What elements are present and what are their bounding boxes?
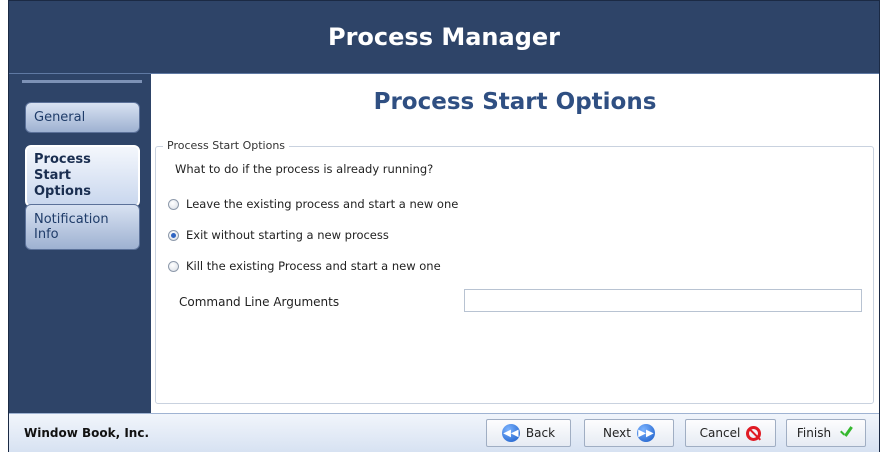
group-legend: Process Start Options: [163, 139, 290, 152]
finish-button[interactable]: Finish: [786, 419, 866, 447]
option-exit-without-starting[interactable]: Exit without starting a new process: [168, 228, 389, 242]
process-manager-window: Process Manager General Process Start Op…: [0, 0, 887, 468]
cancel-button[interactable]: Cancel: [685, 419, 776, 447]
option-label: Kill the existing Process and start a ne…: [186, 259, 441, 273]
radio-exit-without-starting[interactable]: [168, 229, 179, 241]
next-button[interactable]: Next ▶▶: [584, 419, 674, 447]
radio-kill-existing[interactable]: [168, 260, 179, 272]
radio-leave-existing[interactable]: [168, 198, 179, 210]
sidebar-item-notification-info[interactable]: Notification Info: [25, 204, 140, 250]
running-question: What to do if the process is already run…: [175, 162, 434, 176]
sidebar-item-process-start-options[interactable]: Process Start Options: [25, 145, 140, 207]
next-arrow-icon: ▶▶: [636, 424, 655, 442]
next-label: Next: [603, 426, 631, 440]
content-panel: Process Start Options Process Start Opti…: [151, 74, 879, 413]
cancel-icon: [746, 425, 762, 441]
option-label: Exit without starting a new process: [186, 228, 389, 242]
sidebar-item-general[interactable]: General: [25, 102, 140, 133]
company-name: Window Book, Inc.: [24, 426, 150, 440]
back-label: Back: [525, 426, 556, 440]
process-start-options-group: Process Start Options What to do if the …: [155, 139, 874, 404]
back-button[interactable]: ◀◀ Back: [486, 419, 571, 447]
option-leave-existing[interactable]: Leave the existing process and start a n…: [168, 197, 458, 211]
window-title: Process Manager: [9, 0, 879, 74]
finish-label: Finish: [796, 426, 832, 440]
command-line-label: Command Line Arguments: [179, 295, 340, 309]
page-title: Process Start Options: [373, 89, 657, 115]
option-label: Leave the existing process and start a n…: [186, 197, 459, 211]
checkmark-icon: [837, 424, 855, 442]
command-line-input[interactable]: [464, 289, 862, 312]
back-arrow-icon: ◀◀: [501, 424, 520, 442]
sidebar-divider: [22, 80, 142, 83]
footer-bar: Window Book, Inc. ◀◀ Back Next ▶▶ Cancel…: [9, 413, 879, 452]
option-kill-existing[interactable]: Kill the existing Process and start a ne…: [168, 259, 441, 273]
cancel-label: Cancel: [699, 426, 741, 440]
